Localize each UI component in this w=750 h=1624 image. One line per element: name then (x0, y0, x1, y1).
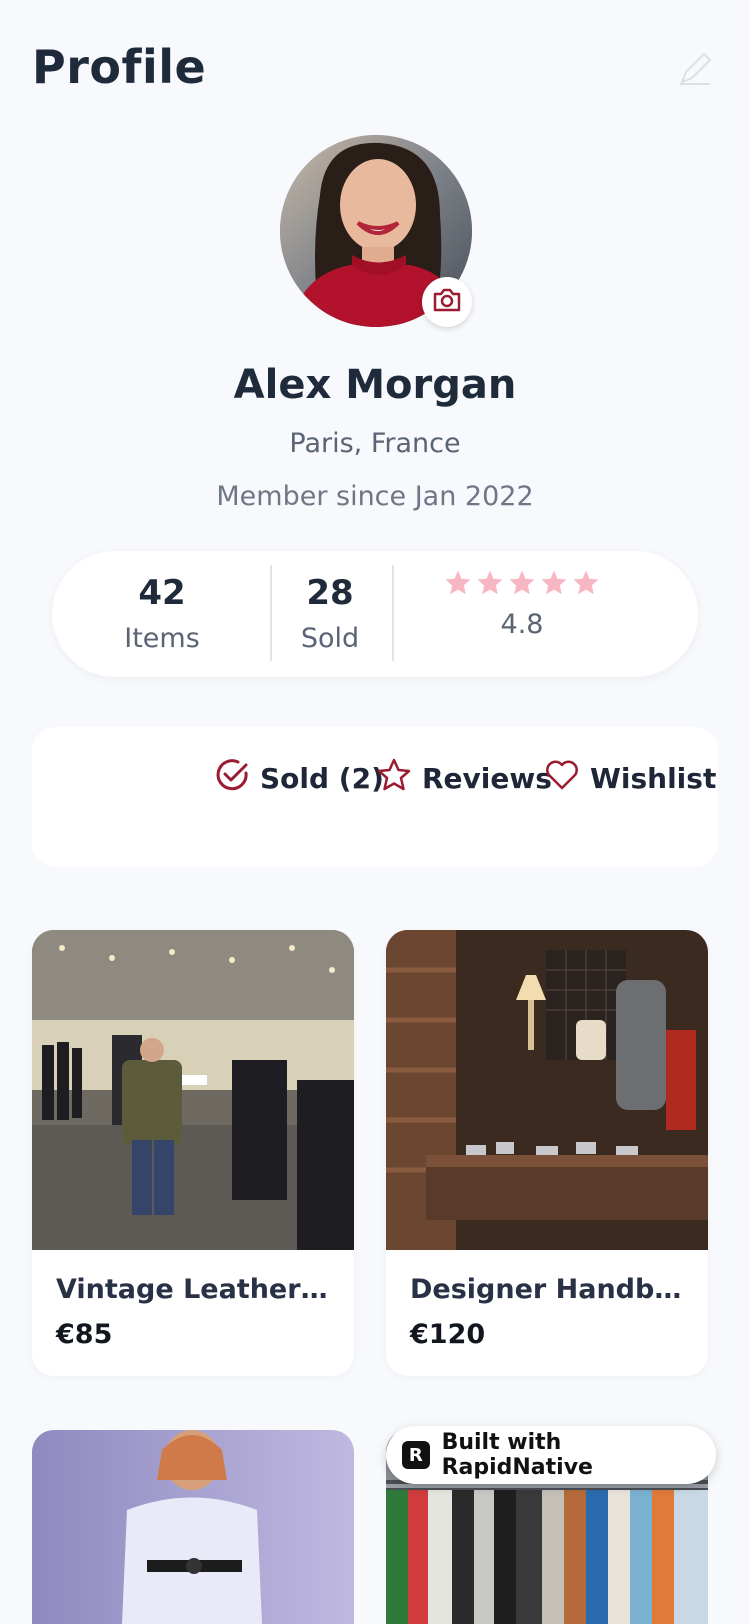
check-circle-icon (214, 757, 250, 800)
avatar-container (280, 135, 472, 327)
star-icon (508, 569, 536, 601)
stat-rating: 4.8 (412, 569, 632, 640)
header: Profile (32, 40, 722, 100)
listing-info: Vintage Leather J... €85 (32, 1250, 354, 1376)
listing-card[interactable] (32, 1430, 354, 1624)
stat-divider (392, 565, 394, 661)
tab-sold-label: Sold (2) (260, 762, 384, 795)
tab-wishlist-label: Wishlist (590, 762, 717, 795)
star-outline-icon (376, 757, 412, 800)
listing-title: Designer Handbag (410, 1274, 684, 1305)
listing-image (32, 1430, 354, 1624)
profile-name: Alex Morgan (233, 362, 517, 408)
tab-reviews-label: Reviews (422, 762, 552, 795)
tab-reviews[interactable]: Reviews (376, 757, 552, 800)
listing-price: €85 (56, 1319, 113, 1350)
edit-icon[interactable] (676, 50, 714, 88)
change-photo-button[interactable] (422, 277, 472, 327)
profile-tabs: Sold (2) Reviews Wishlist (32, 727, 718, 867)
listing-card[interactable]: Vintage Leather J... €85 (32, 930, 354, 1376)
rating-stars (412, 569, 632, 601)
stat-items: 42 Items (112, 573, 212, 654)
star-icon (540, 569, 568, 601)
built-with-badge[interactable]: R Built with RapidNative (386, 1426, 716, 1484)
sold-count: 28 (306, 573, 354, 613)
stats-card: 42 Items 28 Sold 4.8 (52, 551, 698, 677)
items-label: Items (124, 623, 200, 654)
stat-divider (270, 565, 272, 661)
tab-sold[interactable]: Sold (2) (214, 757, 384, 800)
camera-icon (432, 287, 462, 317)
tab-wishlist[interactable]: Wishlist (544, 757, 716, 800)
star-icon (572, 569, 600, 601)
listing-title: Vintage Leather J... (56, 1274, 330, 1305)
rapidnative-logo: R (402, 1441, 430, 1469)
listing-image (32, 930, 354, 1250)
star-icon (476, 569, 504, 601)
profile-location: Paris, France (289, 428, 461, 459)
member-since: Member since Jan 2022 (216, 481, 534, 512)
listing-info: Designer Handbag €120 (386, 1250, 708, 1376)
page-title: Profile (32, 40, 207, 94)
star-icon (444, 569, 472, 601)
sold-label: Sold (300, 623, 360, 654)
listing-image (386, 930, 708, 1250)
listing-price: €120 (410, 1319, 486, 1350)
listing-card[interactable]: Designer Handbag €120 (386, 930, 708, 1376)
heart-outline-icon (544, 757, 580, 800)
stat-sold: 28 Sold (280, 573, 380, 654)
badge-text: Built with RapidNative (441, 1430, 593, 1480)
items-count: 42 (138, 573, 186, 613)
rating-value: 4.8 (500, 609, 544, 640)
